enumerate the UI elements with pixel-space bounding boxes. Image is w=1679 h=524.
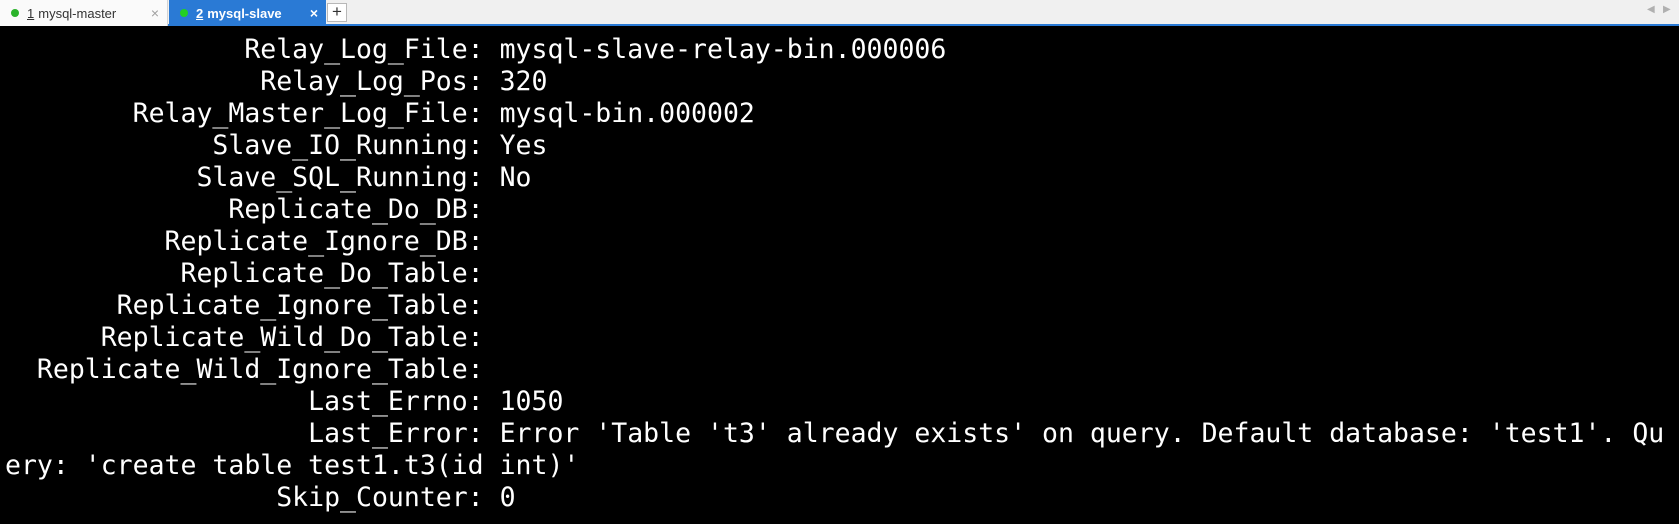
tab-title: mysql-slave	[207, 5, 282, 21]
tab-number: 1	[27, 5, 35, 21]
close-tab-icon[interactable]: ×	[151, 4, 159, 22]
terminal-line: Replicate_Wild_Ignore_Table:	[5, 354, 484, 385]
terminal-line: Replicate_Ignore_DB:	[5, 226, 484, 257]
terminal-line: Replicate_Wild_Do_Table:	[5, 322, 484, 353]
terminal-line: Replicate_Do_DB:	[5, 194, 484, 225]
terminal-line: Relay_Master_Log_File: mysql-bin.000002	[5, 98, 755, 129]
terminal-line: Last_Error: Error 'Table 't3' already ex…	[5, 418, 1665, 449]
tab-mysql-master[interactable]: 1 mysql-master ×	[0, 0, 168, 26]
tab-title: mysql-master	[38, 5, 117, 21]
terminal-line: ery: 'create table test1.t3(id int)'	[5, 450, 580, 481]
terminal-line: Replicate_Ignore_Table:	[5, 290, 484, 321]
connection-status-icon	[11, 9, 19, 17]
terminal-line: Last_Errno: 1050	[5, 386, 564, 417]
terminal-output[interactable]: Relay_Log_File: mysql-slave-relay-bin.00…	[5, 34, 1675, 522]
terminal-line: Relay_Log_Pos: 320	[5, 66, 548, 97]
connection-status-icon	[180, 9, 188, 17]
tab-number: 2	[196, 5, 204, 21]
terminal-line: Slave_SQL_Running: No	[5, 162, 532, 193]
tab-mysql-slave[interactable]: 2 mysql-slave ×	[169, 0, 326, 26]
terminal-line: Slave_IO_Running: Yes	[5, 130, 548, 161]
add-tab-button[interactable]: +	[327, 3, 347, 22]
tab-bar: 1 mysql-master × 2 mysql-slave × + ◀ ▶	[0, 0, 1679, 26]
terminal-line: Relay_Log_File: mysql-slave-relay-bin.00…	[5, 34, 947, 65]
scroll-tabs-left-icon[interactable]: ◀	[1647, 4, 1655, 15]
terminal-line: Skip_Counter: 0	[5, 482, 516, 513]
terminal-line: Replicate_Do_Table:	[5, 258, 484, 289]
scroll-tabs-right-icon[interactable]: ▶	[1663, 4, 1671, 15]
close-tab-icon[interactable]: ×	[310, 4, 318, 22]
